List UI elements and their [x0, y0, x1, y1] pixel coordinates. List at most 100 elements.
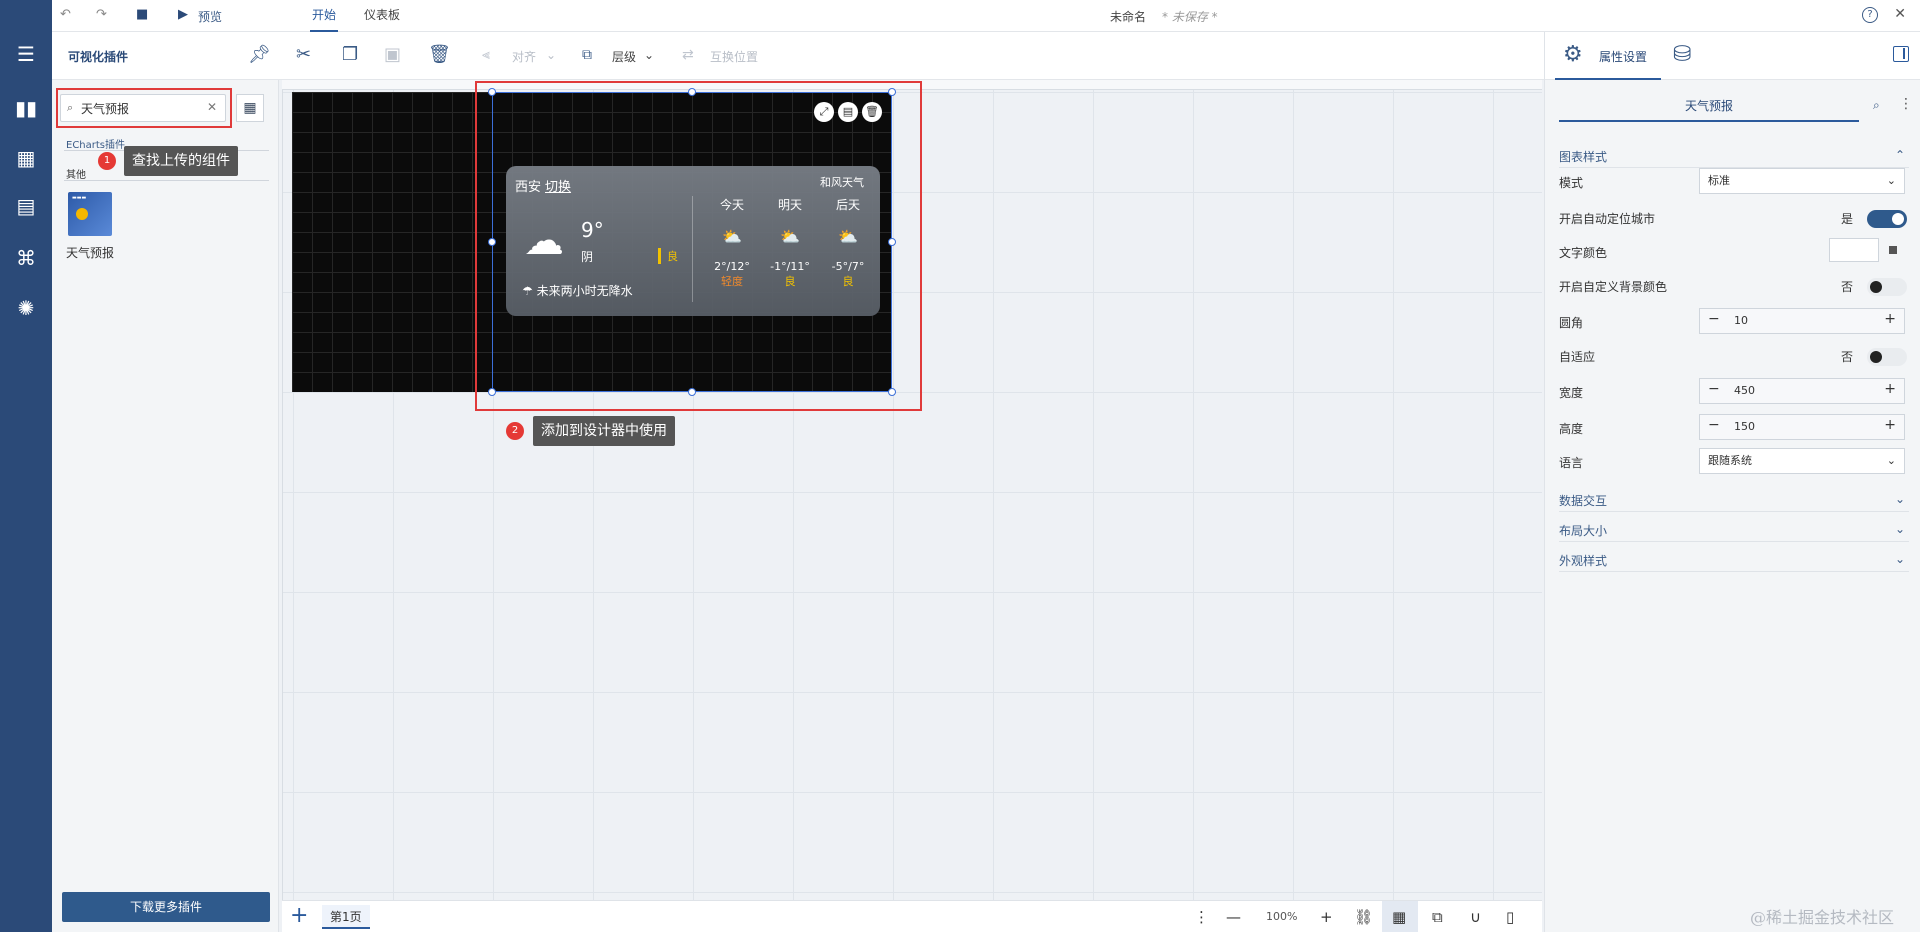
play-icon[interactable]: ▶	[178, 7, 188, 22]
grid-view-icon[interactable]: ▦	[236, 94, 264, 122]
document-title: 未命名	[1110, 10, 1147, 24]
chevron-down-icon: ⌄	[1886, 454, 1896, 467]
panel-title: 可视化插件	[68, 50, 129, 64]
minus-icon[interactable]: −	[1708, 311, 1720, 327]
text-color-label: 文字颜色	[1559, 246, 1608, 260]
report-folder-icon[interactable]: ▦	[0, 138, 52, 178]
language-select[interactable]: 跟随系统 ⌄	[1699, 448, 1905, 474]
help-icon[interactable]: ?	[1862, 7, 1878, 23]
adaptive-value: 否	[1841, 350, 1854, 364]
step-tooltip-1: 查找上传的组件	[124, 146, 238, 176]
section-label: 数据交互	[1559, 494, 1608, 508]
overlap-icon[interactable]: ⧉	[1432, 908, 1443, 926]
chevron-down-icon: ⌄	[1894, 492, 1905, 506]
weather-plugin-thumbnail[interactable]: ▬▬▬	[68, 192, 112, 236]
layer-icon[interactable]: ⧉	[582, 47, 592, 63]
property-header: ⚙ 属性设置 ⛁	[1545, 32, 1920, 80]
adaptive-label: 自适应	[1559, 350, 1596, 364]
height-label: 高度	[1559, 422, 1584, 436]
component-name-tab[interactable]: 天气预报	[1559, 94, 1859, 122]
save-icon[interactable]: ■	[136, 7, 148, 22]
dashboard-folder-icon[interactable]: ▤	[0, 186, 52, 226]
chevron-down-icon: ⌄	[1886, 174, 1896, 187]
select-value: 跟随系统	[1708, 454, 1752, 467]
section-layout-size[interactable]: 布局大小 ⌄	[1559, 522, 1909, 542]
custom-bg-toggle[interactable]	[1867, 278, 1907, 296]
divider	[64, 180, 269, 181]
menu-icon[interactable]: ☰	[0, 34, 52, 74]
minus-icon[interactable]: −	[1708, 381, 1720, 397]
tab-label: 属性设置	[1599, 50, 1648, 64]
stepper-value[interactable]: 10	[1734, 314, 1748, 327]
align-icon[interactable]: ⫷	[482, 47, 490, 63]
collapse-panel-icon[interactable]	[1893, 46, 1909, 62]
category-echarts[interactable]: ECharts插件	[66, 136, 125, 151]
zoom-level: 100%	[1266, 910, 1298, 923]
more-vertical-icon[interactable]: ⋮	[1194, 908, 1209, 926]
download-more-plugins-button[interactable]: 下载更多插件	[62, 892, 270, 922]
plus-icon[interactable]: +	[1884, 417, 1896, 433]
bottom-bar: + 第1页 ⋮ — 100% + ⛓ ▦ ⧉ ∪ ▯	[282, 900, 1542, 932]
sun-icon	[76, 208, 88, 220]
tab-property-settings[interactable]: ⚙ 属性设置	[1555, 32, 1661, 80]
page-tab[interactable]: 第1页	[322, 905, 370, 929]
mode-select[interactable]: 标准 ⌄	[1699, 168, 1905, 194]
bulb-icon[interactable]: ✺	[0, 288, 52, 328]
thumb-caption: ▬▬▬	[72, 195, 87, 201]
adaptive-toggle[interactable]	[1867, 348, 1907, 366]
tab-dashboard[interactable]: 仪表板	[364, 0, 400, 32]
category-other[interactable]: 其他	[66, 166, 86, 181]
chevron-down-icon: ⌄	[644, 48, 655, 62]
step-badge-2: 2	[506, 422, 524, 440]
more-vertical-icon[interactable]: ⋮	[1899, 96, 1913, 112]
undo-icon[interactable]: ↶	[60, 7, 71, 22]
zoom-out-icon[interactable]: —	[1226, 908, 1241, 926]
add-page-icon[interactable]: +	[290, 903, 308, 928]
section-appearance[interactable]: 外观样式 ⌄	[1559, 552, 1909, 572]
preview-button[interactable]: 预览	[198, 8, 222, 25]
pin-icon[interactable]: 📌︎	[248, 44, 271, 65]
auto-locate-label: 开启自动定位城市	[1559, 212, 1656, 226]
search-icon[interactable]: ⌕	[1873, 98, 1880, 113]
cut-icon[interactable]: ✂	[296, 44, 311, 65]
paste-icon[interactable]: ▣	[384, 44, 401, 65]
minus-icon[interactable]: −	[1708, 417, 1720, 433]
width-stepper[interactable]: − 450 +	[1699, 378, 1905, 404]
plugin-item-label[interactable]: 天气预报	[66, 244, 114, 261]
plus-icon[interactable]: +	[1884, 311, 1896, 327]
section-label: 外观样式	[1559, 554, 1608, 568]
color-picker-icon[interactable]	[1889, 246, 1897, 254]
database-icon[interactable]: ⛁	[1673, 42, 1691, 67]
chart-icon[interactable]: ▮▮	[0, 88, 52, 128]
component-highlight-box	[475, 81, 922, 411]
org-tree-icon[interactable]: ⌘	[0, 238, 52, 278]
step-badge-1: 1	[98, 152, 116, 170]
tab-start[interactable]: 开始	[310, 0, 339, 32]
section-data-interaction[interactable]: 数据交互 ⌄	[1559, 492, 1909, 512]
swap-button[interactable]: 互换位置	[710, 48, 758, 65]
magnet-icon[interactable]: ∪	[1470, 908, 1481, 926]
grid-icon: ▦	[1392, 908, 1407, 926]
zoom-in-icon[interactable]: +	[1320, 908, 1333, 926]
redo-icon[interactable]: ↷	[96, 7, 107, 22]
delete-icon[interactable]: 🗑︎	[428, 44, 451, 65]
auto-locate-toggle[interactable]	[1867, 210, 1907, 228]
plus-icon[interactable]: +	[1884, 381, 1896, 397]
stepper-value[interactable]: 450	[1734, 384, 1755, 397]
document-status: * 未保存 *	[1162, 10, 1218, 24]
text-color-swatch[interactable]	[1829, 238, 1879, 262]
layer-button[interactable]: 层级	[612, 48, 636, 65]
copy-icon[interactable]: ❐	[342, 44, 358, 65]
stepper-value[interactable]: 150	[1734, 420, 1755, 433]
property-panel: ⚙ 属性设置 ⛁ 天气预报 ⌕ ⋮ 图表样式 ⌃ 模式 标准 ⌄ 开启自动定位城…	[1544, 32, 1920, 932]
align-button[interactable]: 对齐	[512, 48, 536, 65]
section-chart-style[interactable]: 图表样式 ⌃	[1559, 148, 1909, 168]
top-bar: ↶ ↷ ■ ▶ 预览 开始 仪表板 未命名 * 未保存 * ? ✕	[52, 0, 1920, 32]
section-label: 图表样式	[1559, 150, 1608, 164]
mobile-icon[interactable]: ▯	[1506, 908, 1514, 926]
height-stepper[interactable]: − 150 +	[1699, 414, 1905, 440]
link-icon[interactable]: ⛓	[1354, 908, 1373, 926]
close-icon[interactable]: ✕	[1894, 6, 1906, 22]
swap-icon[interactable]: ⇄	[682, 47, 694, 63]
radius-stepper[interactable]: − 10 +	[1699, 308, 1905, 334]
